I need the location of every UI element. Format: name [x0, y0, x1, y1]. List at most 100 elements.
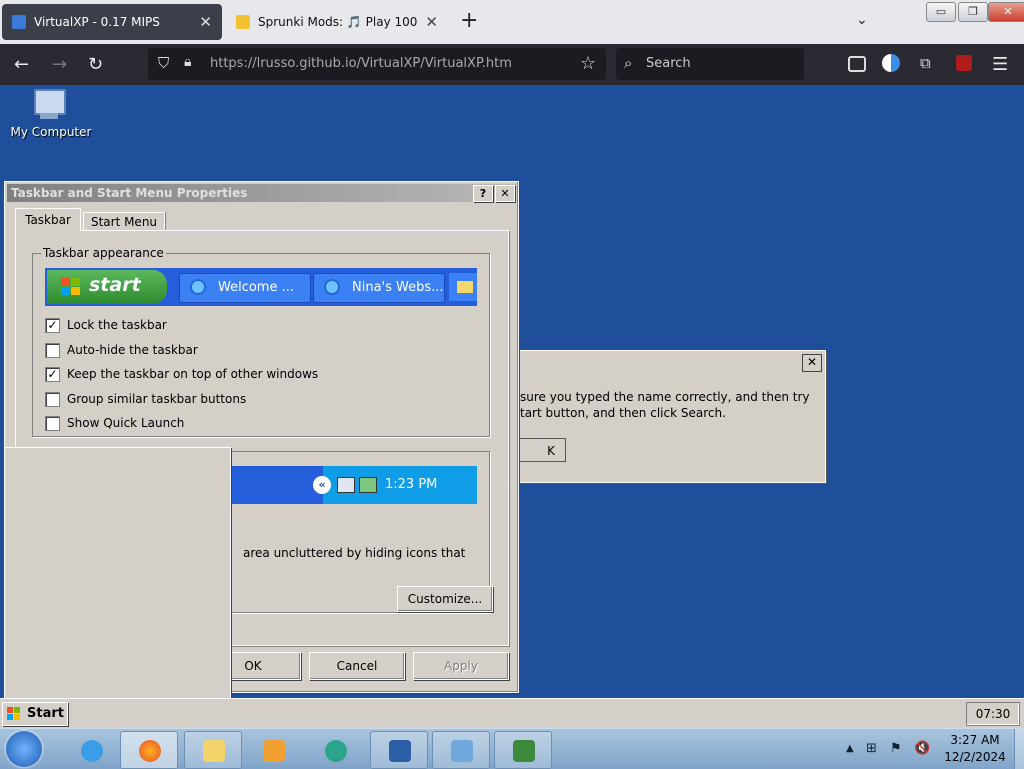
- close-tab-icon[interactable]: ✕: [199, 13, 212, 31]
- preview-start-button: start: [47, 270, 167, 304]
- folder-icon: [203, 740, 225, 762]
- dialog-titlebar[interactable]: Taskbar and Start Menu Properties ? ✕: [7, 184, 516, 202]
- preview-start-label: start: [89, 274, 141, 296]
- ublock-icon[interactable]: [956, 55, 972, 71]
- search-input[interactable]: ⌕ Search: [616, 48, 804, 80]
- search-icon: ⌕: [624, 54, 633, 72]
- host-clock-date[interactable]: 12/2/2024: [940, 750, 1010, 764]
- hamburger-menu-icon[interactable]: ☰: [992, 54, 1008, 75]
- help-button[interactable]: ?: [473, 185, 493, 202]
- error-close-button[interactable]: ✕: [802, 354, 822, 372]
- network-icon: [337, 477, 355, 493]
- windows-start-orb-icon[interactable]: [6, 731, 42, 767]
- browser-nav-bar: ← → ↻ ⛉ 🔒︎ https://lrusso.github.io/Virt…: [0, 44, 1024, 85]
- bookmark-star-icon[interactable]: ☆: [580, 53, 596, 74]
- minimize-window-button[interactable]: ▭: [926, 2, 956, 22]
- browser-tab-strip: VirtualXP - 0.17 MIPS ✕ Sprunki Mods: 🎵 …: [0, 0, 1024, 44]
- search-placeholder: Search: [646, 56, 691, 71]
- apply-button[interactable]: Apply: [413, 652, 509, 680]
- extensions-puzzle-icon[interactable]: ⧉: [920, 54, 931, 72]
- my-computer-icon[interactable]: [30, 87, 70, 123]
- forward-arrow-icon[interactable]: →: [52, 54, 67, 75]
- start-label: Start: [27, 706, 64, 721]
- windows-flag-icon: [7, 707, 21, 721]
- quick-launch-label[interactable]: Show Quick Launch: [67, 416, 184, 430]
- volume-muted-icon[interactable]: 🔇: [914, 741, 930, 756]
- url-text[interactable]: https://lrusso.github.io/VirtualXP/Virtu…: [210, 56, 512, 71]
- tray-chevron-icon: «: [313, 476, 331, 494]
- browser-tab-sprunki[interactable]: Sprunki Mods: 🎵 Play 1000+ In ✕: [226, 4, 448, 40]
- host-clock-time[interactable]: 3:27 AM: [940, 733, 1010, 747]
- keep-on-top-label[interactable]: Keep the taskbar on top of other windows: [67, 367, 318, 381]
- action-center-flag-icon[interactable]: ⚑: [890, 741, 902, 756]
- preview-taskbar-button: Welcome ...: [179, 273, 311, 303]
- error-message-line: tart button, and then click Search.: [520, 406, 726, 420]
- firefox-icon: [139, 740, 161, 762]
- tray-preview: « 1:23 PM: [219, 466, 477, 504]
- tab-title: VirtualXP - 0.17 MIPS: [34, 15, 160, 29]
- pocket-icon[interactable]: [848, 56, 866, 72]
- close-window-button[interactable]: ✕: [988, 2, 1024, 22]
- firefox-taskbar-icon[interactable]: [120, 731, 178, 769]
- restore-window-button[interactable]: ❐: [958, 2, 988, 22]
- system-app-taskbar-icon[interactable]: [494, 731, 552, 769]
- reload-icon[interactable]: ↻: [88, 54, 103, 75]
- tab-list-chevron-icon[interactable]: ⌄: [856, 12, 868, 28]
- error-ok-button[interactable]: K: [516, 438, 566, 462]
- windows-flag-icon: [61, 278, 81, 296]
- show-desktop-button[interactable]: [1014, 729, 1024, 769]
- cancel-button[interactable]: Cancel: [309, 652, 405, 680]
- circuit-board-icon: [513, 740, 535, 762]
- checkmark-icon: ✓: [47, 318, 58, 332]
- lock-icon[interactable]: 🔒︎: [184, 54, 191, 70]
- preview-button-label: Nina's Webs...: [352, 280, 444, 295]
- keep-on-top-checkbox[interactable]: ✓: [45, 367, 60, 382]
- virtualbox-taskbar-icon[interactable]: [370, 731, 428, 769]
- new-tab-button[interactable]: +: [460, 8, 478, 33]
- preview-button-label: Welcome ...: [218, 280, 294, 295]
- group-buttons-label[interactable]: Group similar taskbar buttons: [67, 392, 246, 406]
- error-dialog-titlebar[interactable]: [520, 354, 825, 372]
- preview-taskbar-button: Nina's Webs...: [313, 273, 445, 303]
- monitor-icon: [12, 15, 26, 29]
- start-menu-panel[interactable]: [4, 447, 231, 702]
- tab-start-menu[interactable]: Start Menu: [83, 212, 165, 231]
- taskbar-appearance-group: Taskbar appearance start Welcome ... Nin…: [32, 246, 490, 437]
- back-arrow-icon[interactable]: ←: [14, 54, 29, 75]
- url-bar[interactable]: ⛉ 🔒︎ https://lrusso.github.io/VirtualXP/…: [148, 48, 606, 80]
- close-tab-icon[interactable]: ✕: [425, 13, 438, 31]
- group-buttons-checkbox[interactable]: [45, 392, 60, 407]
- auto-hide-label[interactable]: Auto-hide the taskbar: [67, 343, 198, 357]
- folder-icon: [449, 273, 477, 301]
- show-hidden-icons-icon[interactable]: ▲: [846, 743, 854, 754]
- hardware-icon: [359, 477, 377, 493]
- control-panel-taskbar-icon[interactable]: [432, 731, 490, 769]
- browser-tab-virtualxp[interactable]: VirtualXP - 0.17 MIPS ✕: [2, 4, 222, 40]
- tray-time: 1:23 PM: [385, 477, 438, 492]
- privacy-extension-icon[interactable]: [882, 54, 900, 72]
- quick-launch-checkbox[interactable]: [45, 416, 60, 431]
- xp-taskbar: Start 07:30: [0, 698, 1024, 729]
- auto-hide-checkbox[interactable]: [45, 343, 60, 358]
- lock-taskbar-label[interactable]: Lock the taskbar: [67, 318, 167, 332]
- media-player-taskbar-icon[interactable]: [244, 731, 302, 769]
- shield-icon[interactable]: ⛉: [158, 54, 169, 72]
- app-taskbar-icon[interactable]: [306, 731, 364, 769]
- sprunki-favicon-icon: [236, 15, 250, 29]
- checkmark-icon: ✓: [47, 367, 58, 381]
- xp-clock[interactable]: 07:30: [966, 702, 1020, 726]
- globe-app-icon: [325, 740, 347, 762]
- tab-taskbar[interactable]: Taskbar: [15, 208, 81, 231]
- dialog-close-button[interactable]: ✕: [495, 185, 515, 202]
- my-computer-label[interactable]: My Computer: [6, 125, 96, 139]
- network-tray-icon[interactable]: ⊞: [866, 741, 877, 756]
- host-taskbar: ▲ ⊞ ⚑ 🔇 3:27 AM 12/2/2024: [0, 728, 1024, 769]
- explorer-taskbar-icon[interactable]: [184, 731, 242, 769]
- internet-explorer-taskbar-icon[interactable]: [62, 731, 120, 769]
- customize-button[interactable]: Customize...: [397, 586, 493, 612]
- lock-taskbar-checkbox[interactable]: ✓: [45, 318, 60, 333]
- xp-start-button[interactable]: Start: [2, 702, 68, 726]
- notification-description: area uncluttered by hiding icons that: [243, 546, 466, 560]
- media-player-icon: [263, 740, 285, 762]
- internet-explorer-icon: [324, 279, 340, 295]
